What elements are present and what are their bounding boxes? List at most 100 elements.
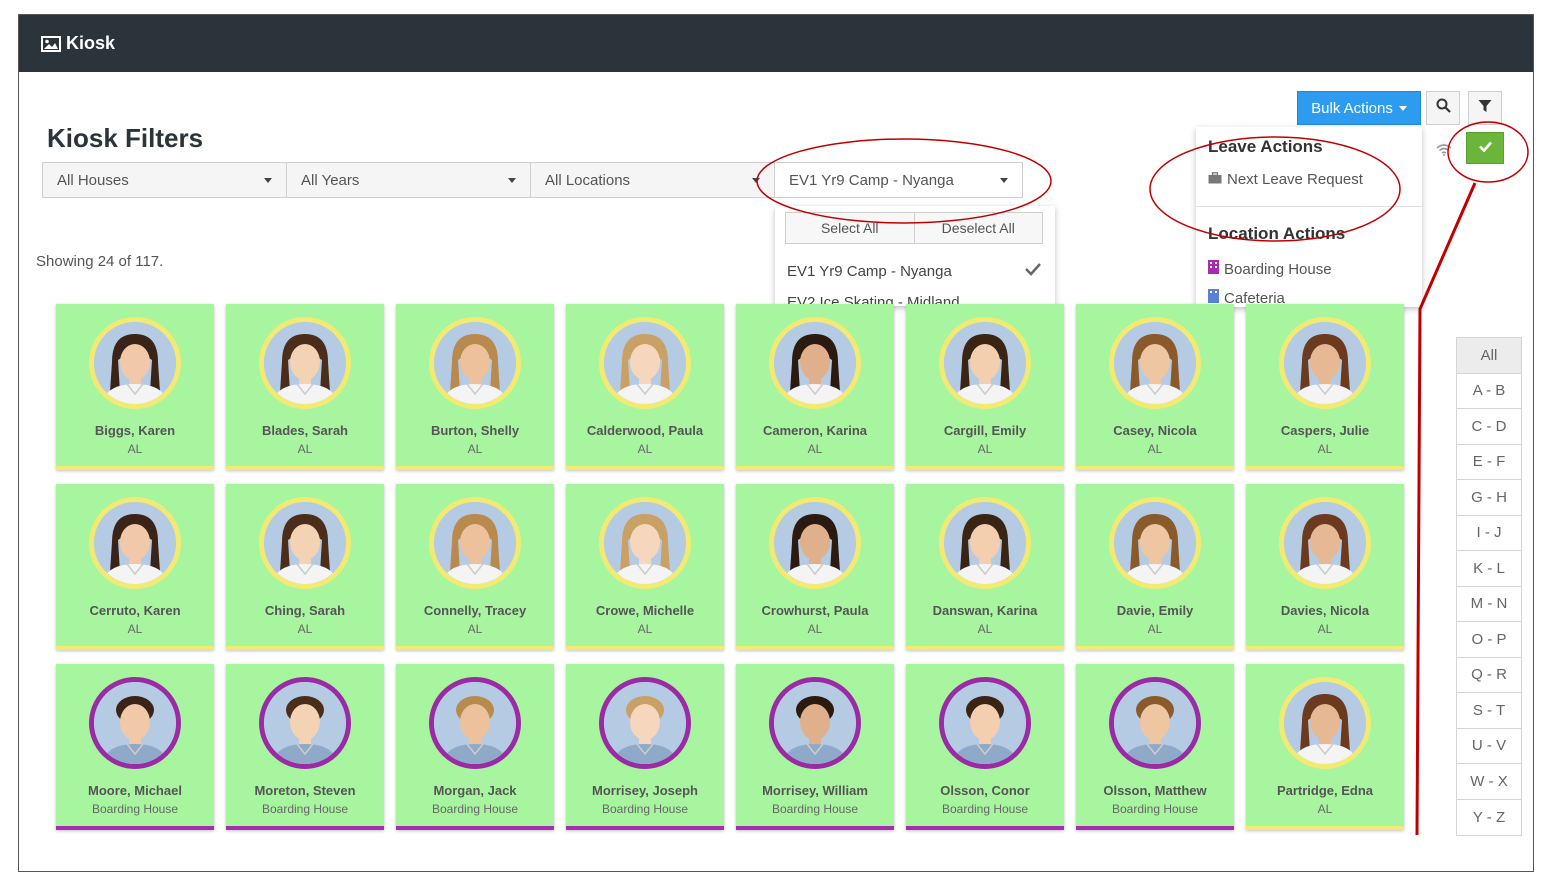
chevron-down-icon bbox=[752, 177, 760, 183]
alpha-filter-item[interactable]: K - L bbox=[1457, 551, 1521, 587]
student-card[interactable]: Cerruto, Karen AL bbox=[56, 484, 214, 650]
top-navbar: Kiosk bbox=[19, 15, 1533, 72]
student-card[interactable]: Casey, Nicola AL bbox=[1076, 304, 1234, 470]
alpha-filter-item[interactable]: Q - R bbox=[1457, 657, 1521, 693]
alpha-filter-item[interactable]: S - T bbox=[1457, 693, 1521, 729]
student-card[interactable]: Cargill, Emily AL bbox=[906, 304, 1064, 470]
student-card[interactable]: Moreton, Steven Boarding House bbox=[226, 664, 384, 830]
student-name: Davies, Nicola bbox=[1280, 603, 1370, 618]
student-card[interactable]: Davie, Emily AL bbox=[1076, 484, 1234, 650]
student-card[interactable]: Cameron, Karina AL bbox=[736, 304, 894, 470]
confirm-button[interactable] bbox=[1466, 132, 1504, 164]
student-card[interactable]: Morgan, Jack Boarding House bbox=[396, 664, 554, 830]
filter-bar: All Houses All Years All Locations EV1 Y… bbox=[42, 162, 1023, 198]
select-toggle-group: Select All Deselect All bbox=[785, 212, 1043, 244]
student-name: Burton, Shelly bbox=[430, 423, 520, 438]
student-card[interactable]: Crowe, Michelle AL bbox=[566, 484, 724, 650]
alpha-filter-item[interactable]: All bbox=[1457, 338, 1521, 374]
alpha-filter-item[interactable]: M - N bbox=[1457, 586, 1521, 622]
student-photo bbox=[939, 497, 1031, 589]
student-name: Cerruto, Karen bbox=[89, 603, 181, 618]
student-photo bbox=[939, 317, 1031, 409]
house-filter[interactable]: All Houses bbox=[42, 162, 287, 198]
alpha-filter-item[interactable]: E - F bbox=[1457, 444, 1521, 480]
student-card[interactable]: Crowhurst, Paula AL bbox=[736, 484, 894, 650]
student-photo bbox=[769, 317, 861, 409]
student-card[interactable]: Caspers, Julie AL bbox=[1246, 304, 1404, 470]
student-house: AL bbox=[807, 442, 823, 456]
year-filter[interactable]: All Years bbox=[286, 162, 531, 198]
alpha-filter-item[interactable]: G - H bbox=[1457, 480, 1521, 516]
boarding-house-item[interactable]: Boarding House bbox=[1208, 260, 1332, 278]
student-photo bbox=[599, 317, 691, 409]
bulk-actions-menu: Leave Actions Next Leave Request Locatio… bbox=[1196, 127, 1422, 307]
app-title: Kiosk bbox=[66, 33, 116, 53]
student-name: Ching, Sarah bbox=[264, 603, 346, 618]
student-card[interactable]: Olsson, Matthew Boarding House bbox=[1076, 664, 1234, 830]
student-photo bbox=[599, 497, 691, 589]
student-card[interactable]: Blades, Sarah AL bbox=[226, 304, 384, 470]
chevron-down-icon bbox=[1398, 105, 1407, 111]
student-card[interactable]: Partridge, Edna AL bbox=[1246, 664, 1404, 830]
search-button[interactable] bbox=[1426, 91, 1460, 125]
alpha-filter-item[interactable]: Y - Z bbox=[1457, 799, 1521, 835]
result-count: Showing 24 of 117. bbox=[36, 253, 164, 270]
event-location-filter[interactable]: EV1 Yr9 Camp - Nyanga bbox=[774, 162, 1023, 198]
filter-button[interactable] bbox=[1468, 91, 1502, 125]
student-card[interactable]: Morrisey, William Boarding House bbox=[736, 664, 894, 830]
student-card[interactable]: Danswan, Karina AL bbox=[906, 484, 1064, 650]
student-photo bbox=[599, 677, 691, 769]
location-filter[interactable]: All Locations bbox=[530, 162, 775, 198]
alpha-filter-item[interactable]: O - P bbox=[1457, 622, 1521, 658]
student-photo bbox=[429, 677, 521, 769]
student-house: AL bbox=[297, 622, 313, 636]
student-house: AL bbox=[1317, 802, 1333, 816]
student-card[interactable]: Biggs, Karen AL bbox=[56, 304, 214, 470]
student-house: AL bbox=[127, 442, 143, 456]
student-name: Caspers, Julie bbox=[1280, 423, 1370, 438]
student-photo bbox=[769, 497, 861, 589]
alphabet-index: All A - BC - DE - FG - HI - JK - LM - NO … bbox=[1456, 337, 1522, 836]
student-card[interactable]: Olsson, Conor Boarding House bbox=[906, 664, 1064, 830]
search-icon bbox=[1436, 98, 1451, 118]
student-house: AL bbox=[637, 622, 653, 636]
student-card[interactable]: Connelly, Tracey AL bbox=[396, 484, 554, 650]
alpha-filter-item[interactable]: U - V bbox=[1457, 728, 1521, 764]
student-name: Connelly, Tracey bbox=[423, 603, 527, 618]
student-photo bbox=[769, 677, 861, 769]
location-dropdown-menu: Select All Deselect All EV1 Yr9 Camp - N… bbox=[775, 206, 1055, 306]
house-filter-value: All Houses bbox=[57, 171, 129, 189]
alpha-filter-item[interactable]: I - J bbox=[1457, 515, 1521, 551]
select-all-button[interactable]: Select All bbox=[786, 213, 914, 243]
alpha-filter-item[interactable]: C - D bbox=[1457, 409, 1521, 445]
deselect-all-button[interactable]: Deselect All bbox=[913, 213, 1042, 243]
student-name: Cargill, Emily bbox=[943, 423, 1027, 438]
student-house: AL bbox=[467, 442, 483, 456]
student-name: Crowhurst, Paula bbox=[761, 603, 869, 618]
location-option[interactable]: EV1 Yr9 Camp - Nyanga bbox=[787, 263, 952, 280]
student-photo bbox=[939, 677, 1031, 769]
student-photo bbox=[1279, 677, 1371, 769]
student-name: Olsson, Conor bbox=[940, 783, 1030, 798]
student-card[interactable]: Burton, Shelly AL bbox=[396, 304, 554, 470]
location-actions-heading: Location Actions bbox=[1208, 224, 1346, 243]
student-name: Moore, Michael bbox=[88, 783, 182, 798]
student-card[interactable]: Moore, Michael Boarding House bbox=[56, 664, 214, 830]
alpha-filter-item[interactable]: A - B bbox=[1457, 373, 1521, 409]
student-card[interactable]: Morrisey, Joseph Boarding House bbox=[566, 664, 724, 830]
student-card[interactable]: Ching, Sarah AL bbox=[226, 484, 384, 650]
app-brand[interactable]: Kiosk bbox=[41, 33, 115, 54]
location-filter-value: All Locations bbox=[545, 171, 631, 189]
student-photo bbox=[89, 497, 181, 589]
student-card[interactable]: Calderwood, Paula AL bbox=[566, 304, 724, 470]
kiosk-window: Kiosk Kiosk Filters All Houses All Years… bbox=[18, 14, 1534, 872]
student-grid: Biggs, Karen AL Blades, Sarah AL Burton,… bbox=[56, 304, 1404, 830]
next-leave-request-item[interactable]: Next Leave Request bbox=[1208, 171, 1363, 188]
student-card[interactable]: Davies, Nicola AL bbox=[1246, 484, 1404, 650]
student-house: AL bbox=[1317, 622, 1333, 636]
student-name: Davie, Emily bbox=[1116, 603, 1194, 618]
bulk-actions-button[interactable]: Bulk Actions bbox=[1297, 91, 1421, 125]
alpha-filter-item[interactable]: W - X bbox=[1457, 764, 1521, 800]
student-house: AL bbox=[977, 442, 993, 456]
student-house: Boarding House bbox=[601, 802, 689, 816]
